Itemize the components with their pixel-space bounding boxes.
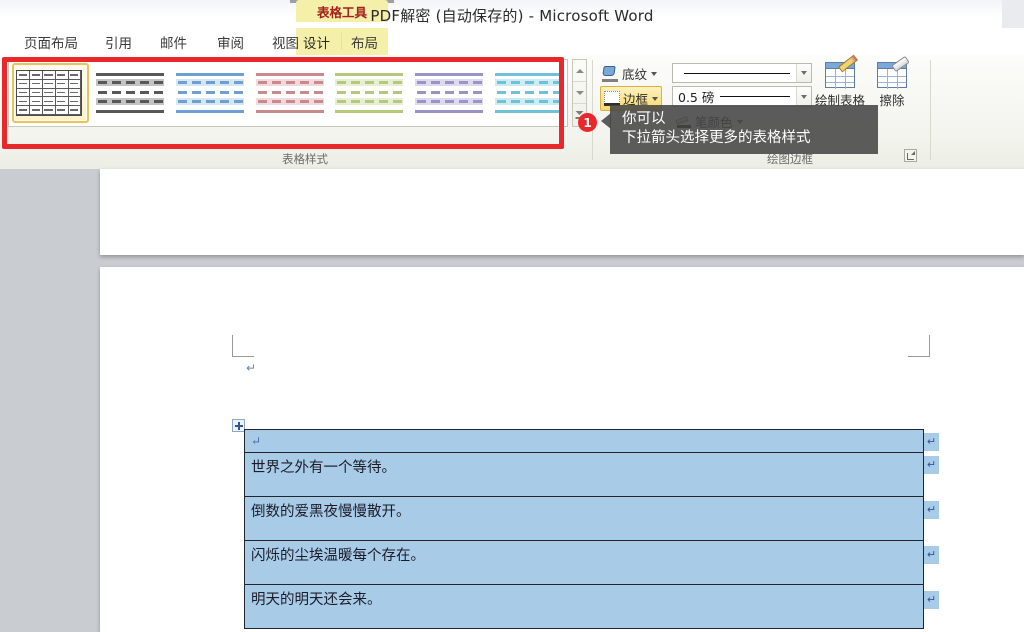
table-style-thumbnail: [96, 70, 165, 116]
table-style-thumbnail: [494, 70, 563, 116]
tab-page-layout[interactable]: 页面布局: [24, 32, 78, 52]
ribbon-tab-row: 页面布局 引用 邮件 审阅 视图 设计 布局: [0, 28, 1024, 88]
tab-separator: [341, 33, 342, 50]
row-end-mark: ↵: [924, 501, 939, 519]
table-style-table-list-dark[interactable]: [91, 63, 169, 123]
gallery-scroll-down-button[interactable]: [573, 82, 586, 104]
table-style-thumbnail: [16, 70, 84, 116]
callout-line-1: 你可以: [622, 111, 666, 127]
document-area[interactable]: ↵ ↵ 世界之外有一个等待。 倒数的爱黑夜慢慢散开。 闪烁的尘埃温暖每个存在。 …: [0, 169, 1024, 632]
cell-paragraph-mark: ↵: [251, 434, 262, 448]
row-end-mark: ↵: [924, 591, 939, 609]
document-page-previous: [100, 169, 1024, 255]
line-style-preview: [684, 72, 790, 74]
table-row: 世界之外有一个等待。: [244, 452, 924, 497]
margin-mark-top-left: [232, 335, 254, 357]
line-weight-combo[interactable]: 0.5 磅: [672, 86, 812, 107]
tab-design[interactable]: 设计: [303, 32, 330, 52]
shading-label: 底纹: [622, 67, 648, 82]
margin-mark-top-right: [908, 335, 930, 357]
table-cell[interactable]: 倒数的爱黑夜慢慢散开。: [244, 496, 924, 541]
tab-layout[interactable]: 布局: [351, 32, 378, 52]
group-separator: [592, 60, 593, 160]
annotation-callout: 你可以 下拉箭头选择更多的表格样式: [601, 105, 878, 155]
table-style-thumbnail: [414, 70, 483, 116]
callout-line-2: 下拉箭头选择更多的表格样式: [622, 130, 811, 147]
line-style-combo[interactable]: [672, 63, 812, 83]
line-weight-preview: [720, 96, 790, 97]
tab-mailings[interactable]: 邮件: [160, 32, 187, 52]
paragraph-mark: ↵: [246, 361, 257, 375]
eraser-icon: [877, 55, 910, 89]
word-window: 表格工具 PDF解密 (自动保存的) - Microsoft Word 页面布局…: [0, 0, 1024, 632]
chevron-down-icon[interactable]: [651, 71, 658, 76]
table-styles-gallery[interactable]: [8, 59, 568, 127]
table-style-table-list-blue[interactable]: [171, 63, 249, 123]
eraser-button[interactable]: 擦除: [866, 55, 918, 109]
table-row: 倒数的爱黑夜慢慢散开。: [244, 496, 924, 541]
table-row: 闪烁的尘埃温暖每个存在。: [244, 540, 924, 585]
borders-icon: [604, 91, 620, 106]
tab-references[interactable]: 引用: [105, 32, 132, 52]
table-cell[interactable]: 世界之外有一个等待。: [244, 452, 924, 497]
chevron-down-icon[interactable]: [652, 96, 659, 101]
table-row: 明天的明天还会来。: [244, 584, 924, 629]
table-style-table-grid[interactable]: [12, 63, 89, 123]
table-style-table-list-purple[interactable]: [410, 63, 488, 123]
draw-borders-dialog-launcher[interactable]: [904, 149, 917, 162]
row-end-mark: ↵: [924, 456, 939, 474]
group-separator: [930, 60, 931, 160]
row-end-mark: ↵: [924, 546, 939, 564]
chevron-up-icon: [575, 68, 584, 73]
table-style-table-list-cyan[interactable]: [490, 63, 567, 123]
table-style-table-list-red[interactable]: [251, 63, 328, 123]
line-style-dropdown-button[interactable]: [796, 64, 811, 82]
table-style-thumbnail: [175, 70, 244, 116]
callout-arrow-icon: [601, 113, 611, 129]
table-cell: ↵: [244, 429, 924, 453]
paint-bucket-icon: [602, 65, 619, 82]
table-style-thumbnail: [335, 70, 404, 116]
tab-view[interactable]: 视图: [272, 32, 299, 52]
table-style-thumbnail: [255, 70, 324, 116]
draw-table-button[interactable]: 绘制表格: [814, 54, 866, 109]
annotation-badge-1: 1: [578, 113, 597, 132]
tab-review[interactable]: 审阅: [217, 32, 244, 52]
group-label-table-styles: 表格样式: [282, 152, 328, 166]
line-weight-value: 0.5 磅: [678, 90, 715, 105]
document-table[interactable]: ↵ 世界之外有一个等待。 倒数的爱黑夜慢慢散开。 闪烁的尘埃温暖每个存在。 明天…: [244, 429, 924, 629]
table-cell[interactable]: 闪烁的尘埃温暖每个存在。: [244, 540, 924, 585]
window-title: PDF解密 (自动保存的) - Microsoft Word: [370, 7, 654, 25]
document-page-current[interactable]: ↵ ↵ 世界之外有一个等待。 倒数的爱黑夜慢慢散开。 闪烁的尘埃温暖每个存在。 …: [100, 267, 1024, 632]
grid-thumbnail-icon: [16, 70, 83, 116]
line-weight-dropdown-button[interactable]: [796, 87, 811, 106]
shading-button[interactable]: 底纹: [602, 64, 658, 83]
table-style-table-list-green[interactable]: [330, 63, 408, 123]
table-row: ↵: [244, 429, 924, 453]
row-end-mark: ↵: [924, 433, 939, 451]
title-bar: 表格工具 PDF解密 (自动保存的) - Microsoft Word: [0, 0, 1024, 28]
gallery-scroll-up-button[interactable]: [573, 60, 586, 82]
chevron-down-icon: [575, 90, 584, 95]
draw-table-icon: [825, 54, 859, 89]
table-cell[interactable]: 明天的明天还会来。: [244, 584, 924, 629]
